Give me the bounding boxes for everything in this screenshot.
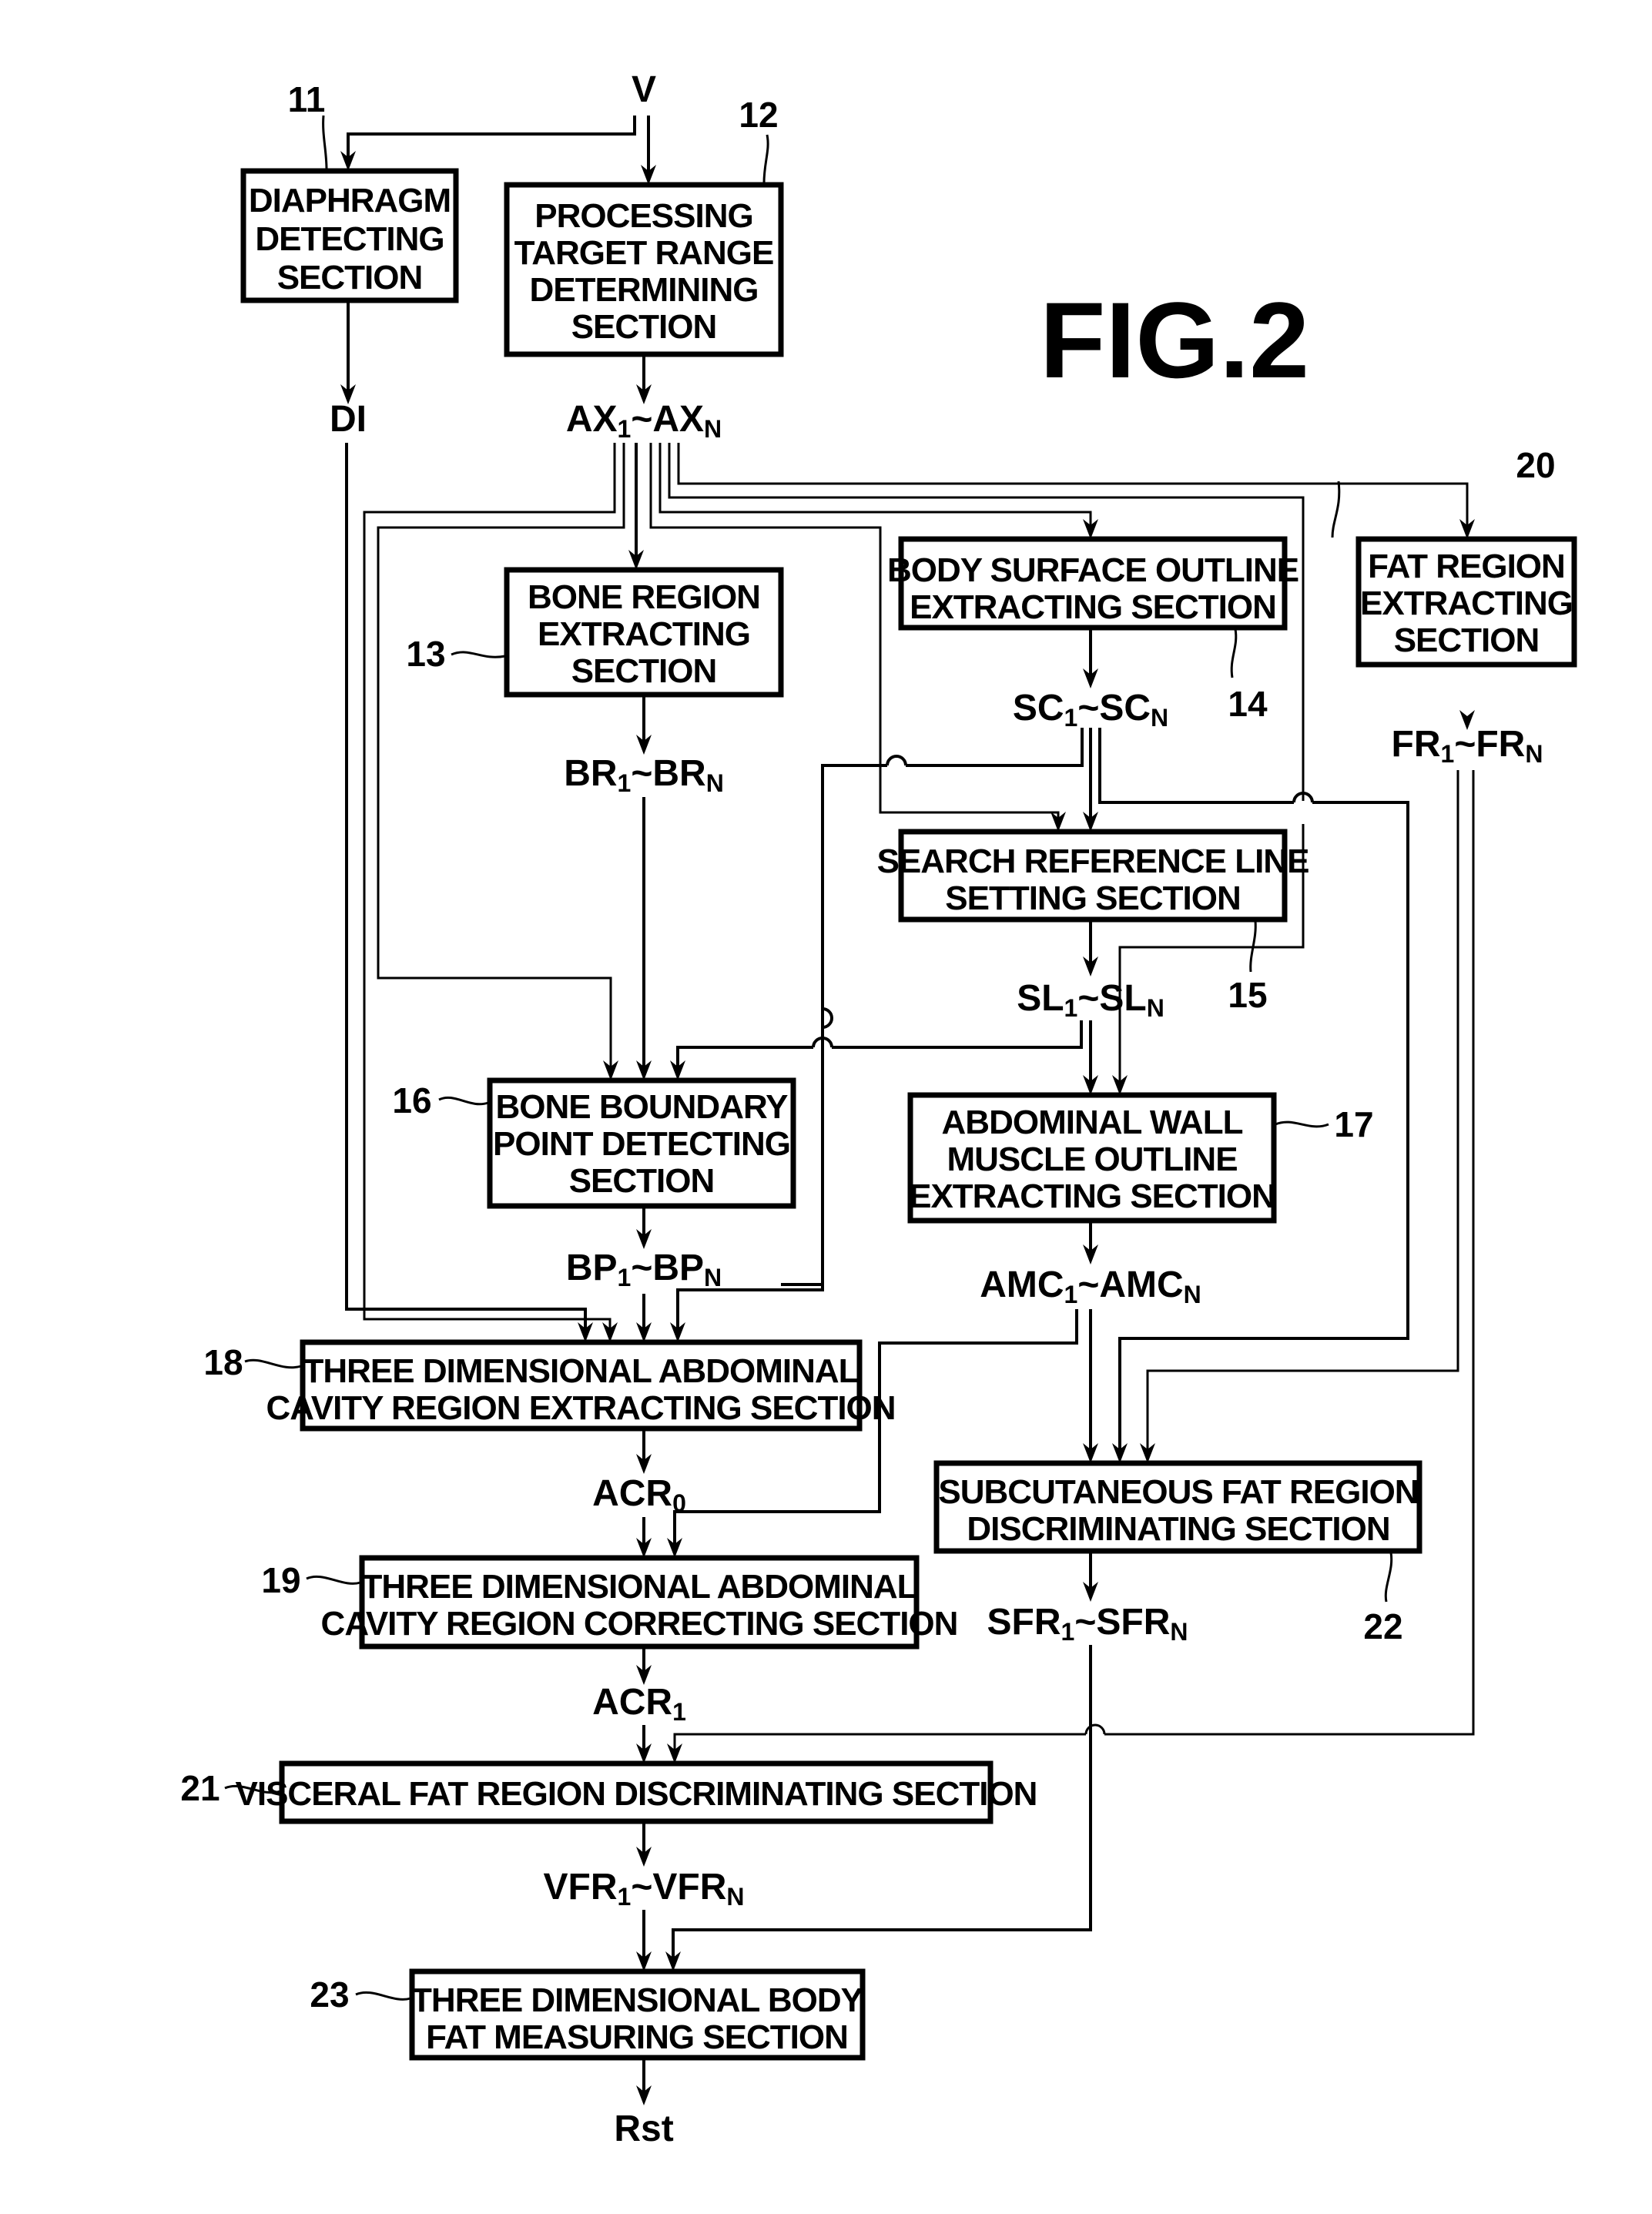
- block-19-line-2: CAVITY REGION CORRECTING SECTION: [321, 1605, 958, 1643]
- ref-12: 12: [739, 95, 778, 135]
- leader-16: [438, 1096, 489, 1106]
- signal-bp: BP1~BPN: [566, 1248, 722, 1291]
- block-23-line-2: FAT MEASURING SECTION: [426, 2018, 848, 2056]
- leader-14: [1230, 628, 1238, 678]
- block-11-line-3: SECTION: [277, 259, 423, 296]
- signal-sfr: SFR1~SFRN: [987, 1602, 1188, 1646]
- ref-13: 13: [406, 634, 445, 674]
- block-16-line-2: POINT DETECTING: [493, 1125, 790, 1163]
- block-20-line-2: EXTRACTING: [1360, 584, 1573, 622]
- leader-13: [451, 651, 506, 658]
- block-20-line-1: FAT REGION: [1368, 548, 1565, 585]
- block-13-line-2: EXTRACTING: [538, 615, 750, 653]
- input-v-label: V: [632, 69, 656, 110]
- ref-21: 21: [180, 1768, 219, 1808]
- ref-16: 16: [392, 1080, 431, 1120]
- block-17-line-2: MUSCLE OUTLINE: [947, 1140, 1237, 1178]
- signal-amc: AMC1~AMCN: [980, 1264, 1201, 1308]
- block-13-line-1: BONE REGION: [528, 578, 760, 616]
- leader-19: [306, 1575, 361, 1585]
- block-11-line-1: DIAPHRAGM: [249, 182, 451, 219]
- wire-v-to-11: [347, 116, 636, 165]
- ref-22: 22: [1363, 1606, 1402, 1646]
- leader-18: [244, 1358, 302, 1369]
- leader-20: [1331, 481, 1341, 538]
- block-22-line-2: DISCRIMINATING SECTION: [967, 1510, 1389, 1548]
- ref-19: 19: [261, 1560, 300, 1600]
- wire-fr-jump: [1084, 1723, 1106, 1735]
- block-15-search-reference-line[interactable]: SEARCH REFERENCE LINE SETTING SECTION: [877, 829, 1309, 923]
- block-18-line-1: THREE DIMENSIONAL ABDOMINAL: [303, 1352, 859, 1390]
- signal-sc: SC1~SCN: [1013, 688, 1168, 732]
- block-18-3d-abdominal-cavity-extracting[interactable]: THREE DIMENSIONAL ABDOMINAL CAVITY REGIO…: [266, 1339, 896, 1432]
- signal-acr0: ACR0: [592, 1473, 686, 1517]
- block-22-line-1: SUBCUTANEOUS FAT REGION: [938, 1473, 1418, 1511]
- ref-14: 14: [1228, 684, 1268, 724]
- wire-sl-to-16-b: [676, 1046, 813, 1074]
- wire-sc-to-18-a: [906, 728, 1084, 767]
- block-12-line-3: DETERMINING: [530, 271, 759, 309]
- leader-17: [1275, 1120, 1329, 1128]
- block-11-diaphragm-detecting[interactable]: DIAPHRAGM DETECTING SECTION: [240, 168, 459, 303]
- block-17-line-1: ABDOMINAL WALL: [942, 1104, 1243, 1141]
- ref-17: 17: [1334, 1104, 1373, 1144]
- block-20-line-3: SECTION: [1394, 621, 1540, 659]
- wire-sc-to-22-a: [1098, 728, 1294, 804]
- block-13-bone-region-extracting[interactable]: BONE REGION EXTRACTING SECTION: [504, 567, 784, 698]
- block-14-body-surface-outline[interactable]: BODY SURFACE OUTLINE EXTRACTING SECTION: [887, 536, 1299, 631]
- leader-23: [355, 1991, 411, 2001]
- wire-ax-to-15-lower: [879, 793, 1060, 826]
- block-17-abdominal-wall-muscle-outline[interactable]: ABDOMINAL WALL MUSCLE OUTLINE EXTRACTING…: [907, 1092, 1277, 1224]
- wire-ax-to-20: [677, 443, 1469, 533]
- wire-sc-to-18-b: [781, 764, 887, 1286]
- ref-11: 11: [288, 79, 326, 119]
- block-21-line-1: VISCERAL FAT REGION DISCRIMINATING SECTI…: [236, 1775, 1037, 1813]
- block-12-line-2: TARGET RANGE: [514, 234, 774, 272]
- block-11-line-2: DETECTING: [255, 220, 444, 258]
- wire-fr-to-21-b: [673, 1733, 1086, 1757]
- block-16-line-1: BONE BOUNDARY: [496, 1088, 789, 1126]
- block-diagram: FIG.2 V DIAPHRAGM DETECTING SECTION 11 P…: [180, 69, 1577, 2149]
- figure-title: FIG.2: [1040, 280, 1309, 400]
- leader-22: [1384, 1552, 1393, 1603]
- signal-fr: FR1~FRN: [1392, 724, 1543, 768]
- block-22-subcutaneous-fat-discriminating[interactable]: SUBCUTANEOUS FAT REGION DISCRIMINATING S…: [933, 1460, 1422, 1554]
- wire-ax-to-14: [658, 443, 1092, 533]
- block-15-line-2: SETTING SECTION: [945, 879, 1240, 917]
- signal-br: BR1~BRN: [564, 753, 724, 797]
- block-15-line-1: SEARCH REFERENCE LINE: [877, 842, 1309, 880]
- signal-vfr: VFR1~VFRN: [544, 1867, 745, 1911]
- ref-23: 23: [310, 1975, 349, 2015]
- block-17-line-3: EXTRACTING SECTION: [909, 1177, 1275, 1215]
- block-16-bone-boundary-point-detecting[interactable]: BONE BOUNDARY POINT DETECTING SECTION: [487, 1077, 796, 1209]
- block-13-line-3: SECTION: [571, 652, 717, 690]
- leader-11: [322, 115, 328, 170]
- wire-sc-to-18-c: [676, 1285, 824, 1336]
- ref-20: 20: [1516, 445, 1555, 485]
- block-14-line-1: BODY SURFACE OUTLINE: [887, 551, 1298, 589]
- wire-sl-to-16-a: [832, 1020, 1083, 1049]
- block-12-processing-target-range[interactable]: PROCESSING TARGET RANGE DETERMINING SECT…: [504, 182, 784, 357]
- block-12-line-4: SECTION: [571, 308, 717, 346]
- block-14-line-2: EXTRACTING SECTION: [910, 588, 1276, 626]
- block-12-line-1: PROCESSING: [534, 197, 752, 235]
- wire-sc-jump-1: [886, 755, 907, 766]
- ref-15: 15: [1228, 975, 1267, 1015]
- block-20-fat-region-extracting[interactable]: FAT REGION EXTRACTING SECTION: [1355, 536, 1577, 668]
- block-19-3d-abdominal-cavity-correcting[interactable]: THREE DIMENSIONAL ABDOMINAL CAVITY REGIO…: [321, 1555, 958, 1650]
- signal-acr1: ACR1: [592, 1682, 686, 1726]
- signal-sl: SL1~SLN: [1017, 978, 1164, 1022]
- signal-di: DI: [330, 399, 367, 440]
- block-19-line-1: THREE DIMENSIONAL ABDOMINAL: [362, 1568, 917, 1606]
- leader-12: [762, 134, 769, 184]
- signal-ax: AX1~AXN: [566, 399, 722, 443]
- block-16-line-3: SECTION: [569, 1162, 715, 1200]
- block-23-line-1: THREE DIMENSIONAL BODY: [411, 1981, 863, 2019]
- block-18-line-2: CAVITY REGION EXTRACTING SECTION: [266, 1389, 895, 1427]
- ref-18: 18: [203, 1342, 243, 1382]
- block-21-visceral-fat-discriminating[interactable]: VISCERAL FAT REGION DISCRIMINATING SECTI…: [236, 1760, 1037, 1824]
- signal-rst: Rst: [614, 2108, 673, 2149]
- block-23-3d-body-fat-measuring[interactable]: THREE DIMENSIONAL BODY FAT MEASURING SEC…: [409, 1968, 866, 2061]
